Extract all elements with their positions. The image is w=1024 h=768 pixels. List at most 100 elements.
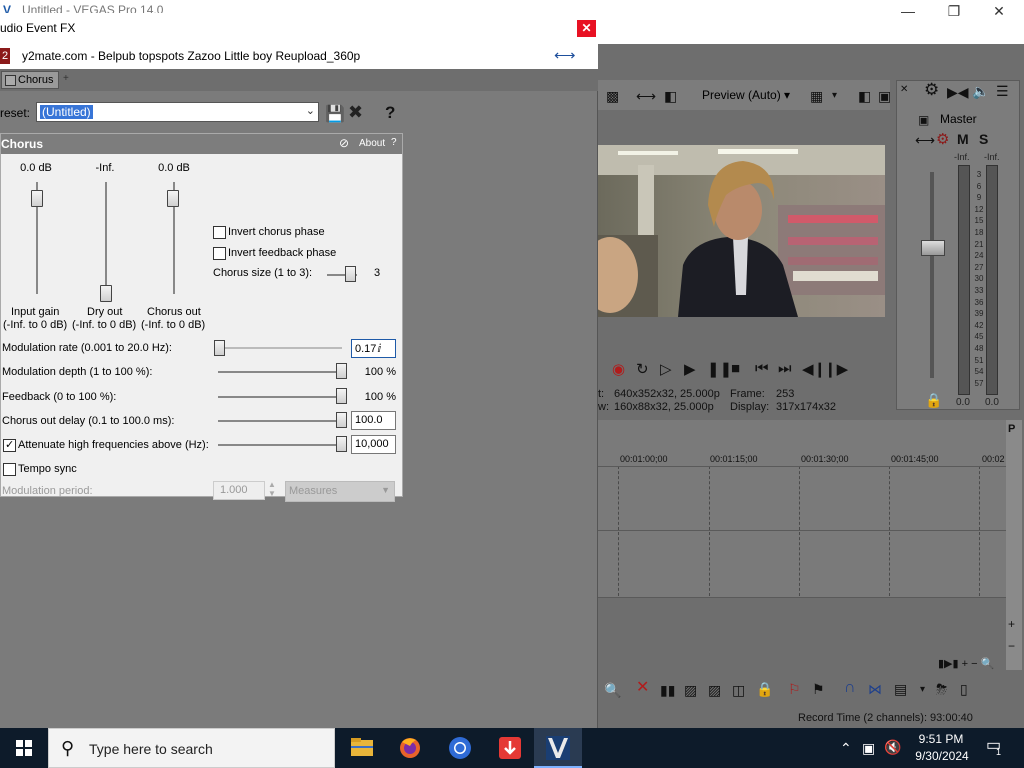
attenuate-high-freq-checkbox[interactable]: [3, 438, 16, 452]
modulation-depth-slider[interactable]: [336, 363, 347, 379]
dry-out-slider[interactable]: [100, 285, 112, 302]
downmix-icon[interactable]: ▶◀: [947, 84, 969, 100]
restore-icon[interactable]: ❐: [931, 0, 977, 22]
delete-preset-icon[interactable]: ✖: [348, 102, 363, 123]
region-icon[interactable]: ⚑: [812, 681, 825, 697]
master-settings-icon[interactable]: ⚙: [924, 81, 939, 98]
chorus-size-slider[interactable]: [345, 266, 356, 282]
invert-chorus-phase-checkbox[interactable]: [213, 226, 226, 239]
next-frame-icon[interactable]: ❙▶: [824, 360, 848, 378]
volume-muted-icon[interactable]: 🔇: [884, 739, 901, 755]
master-volume-fader[interactable]: [921, 240, 945, 256]
tempo-sync-label: Tempo sync: [18, 463, 77, 475]
marker-icon[interactable]: ⚐: [788, 681, 801, 697]
master-solo-button[interactable]: S: [979, 131, 988, 147]
trim-icon[interactable]: ▮▮: [660, 682, 675, 698]
play-icon[interactable]: ▶: [684, 360, 696, 378]
bypass-icon[interactable]: ⊘: [339, 136, 349, 150]
modulation-period-units-dropdown[interactable]: Measures ▼: [285, 481, 395, 502]
selection-tool-icon[interactable]: ⛈: [936, 681, 947, 697]
downloader-taskbar-icon[interactable]: [486, 728, 534, 768]
close-panel-icon[interactable]: ✕: [900, 82, 908, 98]
timeline-area[interactable]: [598, 420, 1006, 598]
modulation-period-input[interactable]: 1.000: [213, 481, 265, 500]
feedback-slider[interactable]: [336, 388, 347, 404]
about-button[interactable]: About: [359, 138, 385, 149]
master-insert-fx-icon[interactable]: ⟷: [915, 132, 935, 148]
clock-time[interactable]: 9:51 PM: [916, 732, 966, 746]
copy-snapshot-icon[interactable]: ◧: [858, 88, 871, 104]
modulation-rate-slider[interactable]: [214, 340, 225, 356]
start-button[interactable]: [0, 728, 48, 768]
trim-end-icon[interactable]: ▨: [708, 682, 721, 698]
group-icon[interactable]: ▯: [960, 681, 968, 697]
ripple-dropdown-icon[interactable]: ▾: [920, 682, 925, 698]
invert-feedback-phase-checkbox[interactable]: [213, 247, 226, 260]
file-explorer-taskbar-icon[interactable]: [338, 728, 386, 768]
auto-crossfade-icon[interactable]: ⋈: [868, 681, 882, 697]
timeline-vertical-scrollbar[interactable]: [1006, 420, 1022, 670]
chrome-taskbar-icon[interactable]: [436, 728, 484, 768]
fx-close-button[interactable]: ✕: [577, 20, 596, 37]
save-preset-icon[interactable]: 💾: [325, 104, 345, 124]
split-icon[interactable]: ◫: [732, 682, 745, 698]
go-to-start-icon[interactable]: ⏮: [755, 360, 769, 377]
taskbar-search-box[interactable]: ⚲ Type here to search: [48, 728, 335, 768]
grid-dropdown-icon[interactable]: ▾: [832, 88, 837, 104]
add-plugin-icon[interactable]: +: [63, 73, 69, 84]
record-icon[interactable]: ◉: [612, 360, 625, 378]
input-gain-slider[interactable]: [31, 190, 43, 207]
lock-event-icon[interactable]: 🔒: [756, 681, 773, 697]
network-icon[interactable]: ▣: [862, 740, 875, 756]
close-icon[interactable]: ✕: [976, 0, 1022, 22]
lock-icon[interactable]: 🔒: [925, 392, 942, 408]
spinner-icon[interactable]: ▲ ▼: [268, 480, 276, 498]
external-monitor-icon[interactable]: ▩: [606, 88, 619, 104]
split-screen-icon[interactable]: ⟷: [636, 88, 656, 104]
speaker-icon[interactable]: 🔈: [972, 83, 989, 99]
marker-p-icon[interactable]: P: [1008, 421, 1015, 437]
save-snapshot-icon[interactable]: ▣: [878, 88, 891, 104]
chorus-out-delay-input[interactable]: 100.0: [351, 411, 396, 430]
loop-playback-icon[interactable]: ↻: [636, 360, 649, 378]
chevron-up-icon[interactable]: ⌃: [840, 740, 852, 756]
chevron-down-icon: ⌄: [305, 105, 315, 117]
zoom-in-vertical-icon[interactable]: +: [1008, 616, 1015, 632]
attenuate-slider[interactable]: [336, 436, 347, 452]
master-mute-button[interactable]: M: [957, 131, 969, 147]
tempo-sync-checkbox[interactable]: [3, 463, 16, 476]
chorus-out-delay-slider[interactable]: [336, 412, 347, 428]
stop-icon[interactable]: ■: [731, 360, 740, 377]
edit-toolbar: 🔍 ✕ ▮▮ ▨ ▨ ◫ 🔒 ⚐ ⚑ ∩ ⋈ ▤ ▾ ⛈ ▯: [598, 676, 1024, 704]
windows-taskbar: ⚲ Type here to search ⌃ ▣ 🔇 9:51 PM 9/30…: [0, 728, 1024, 768]
trim-start-icon[interactable]: ▨: [684, 682, 697, 698]
help-icon[interactable]: ?: [385, 103, 395, 123]
clock-date[interactable]: 9/30/2024: [910, 749, 974, 763]
ripple-edit-icon[interactable]: ▤: [894, 681, 907, 697]
minimize-icon[interactable]: —: [885, 0, 931, 22]
preview-fx-icon[interactable]: ◧: [664, 88, 677, 104]
zoom-out-vertical-icon[interactable]: −: [1008, 638, 1015, 654]
pause-icon[interactable]: ❚❚: [707, 360, 732, 378]
master-fx-icon[interactable]: ⚙: [936, 132, 949, 148]
timeline-horizontal-scroll[interactable]: ▮▶▮ + − 🔍: [938, 656, 994, 672]
chorus-bypass-checkbox[interactable]: [5, 75, 16, 86]
snapping-icon[interactable]: ∩: [844, 680, 856, 696]
modulation-rate-input[interactable]: 0.17ⅈ: [351, 339, 396, 358]
delete-icon[interactable]: ✕: [636, 680, 649, 696]
preset-dropdown[interactable]: (Untitled) ⌄: [36, 102, 319, 122]
plugin-help-icon[interactable]: ?: [391, 137, 397, 148]
play-from-start-icon[interactable]: ▷: [660, 360, 672, 378]
chain-tab-chorus[interactable]: Chorus: [1, 71, 59, 89]
chorus-out-slider[interactable]: [167, 190, 179, 207]
vegas-pro-taskbar-icon[interactable]: [534, 728, 582, 768]
attenuate-input[interactable]: 10,000: [351, 435, 396, 454]
plugin-name: Chorus: [1, 137, 43, 151]
preview-quality-dropdown[interactable]: Preview (Auto) ▾: [702, 88, 790, 102]
zoom-tool-icon[interactable]: 🔍: [604, 682, 621, 698]
mixer-icon[interactable]: ☰: [996, 83, 1009, 99]
firefox-taskbar-icon[interactable]: [386, 728, 434, 768]
previous-frame-icon[interactable]: ◀❙: [802, 360, 826, 378]
go-to-end-icon[interactable]: ⏭: [778, 360, 792, 377]
grid-overlay-icon[interactable]: ▦: [810, 88, 823, 104]
